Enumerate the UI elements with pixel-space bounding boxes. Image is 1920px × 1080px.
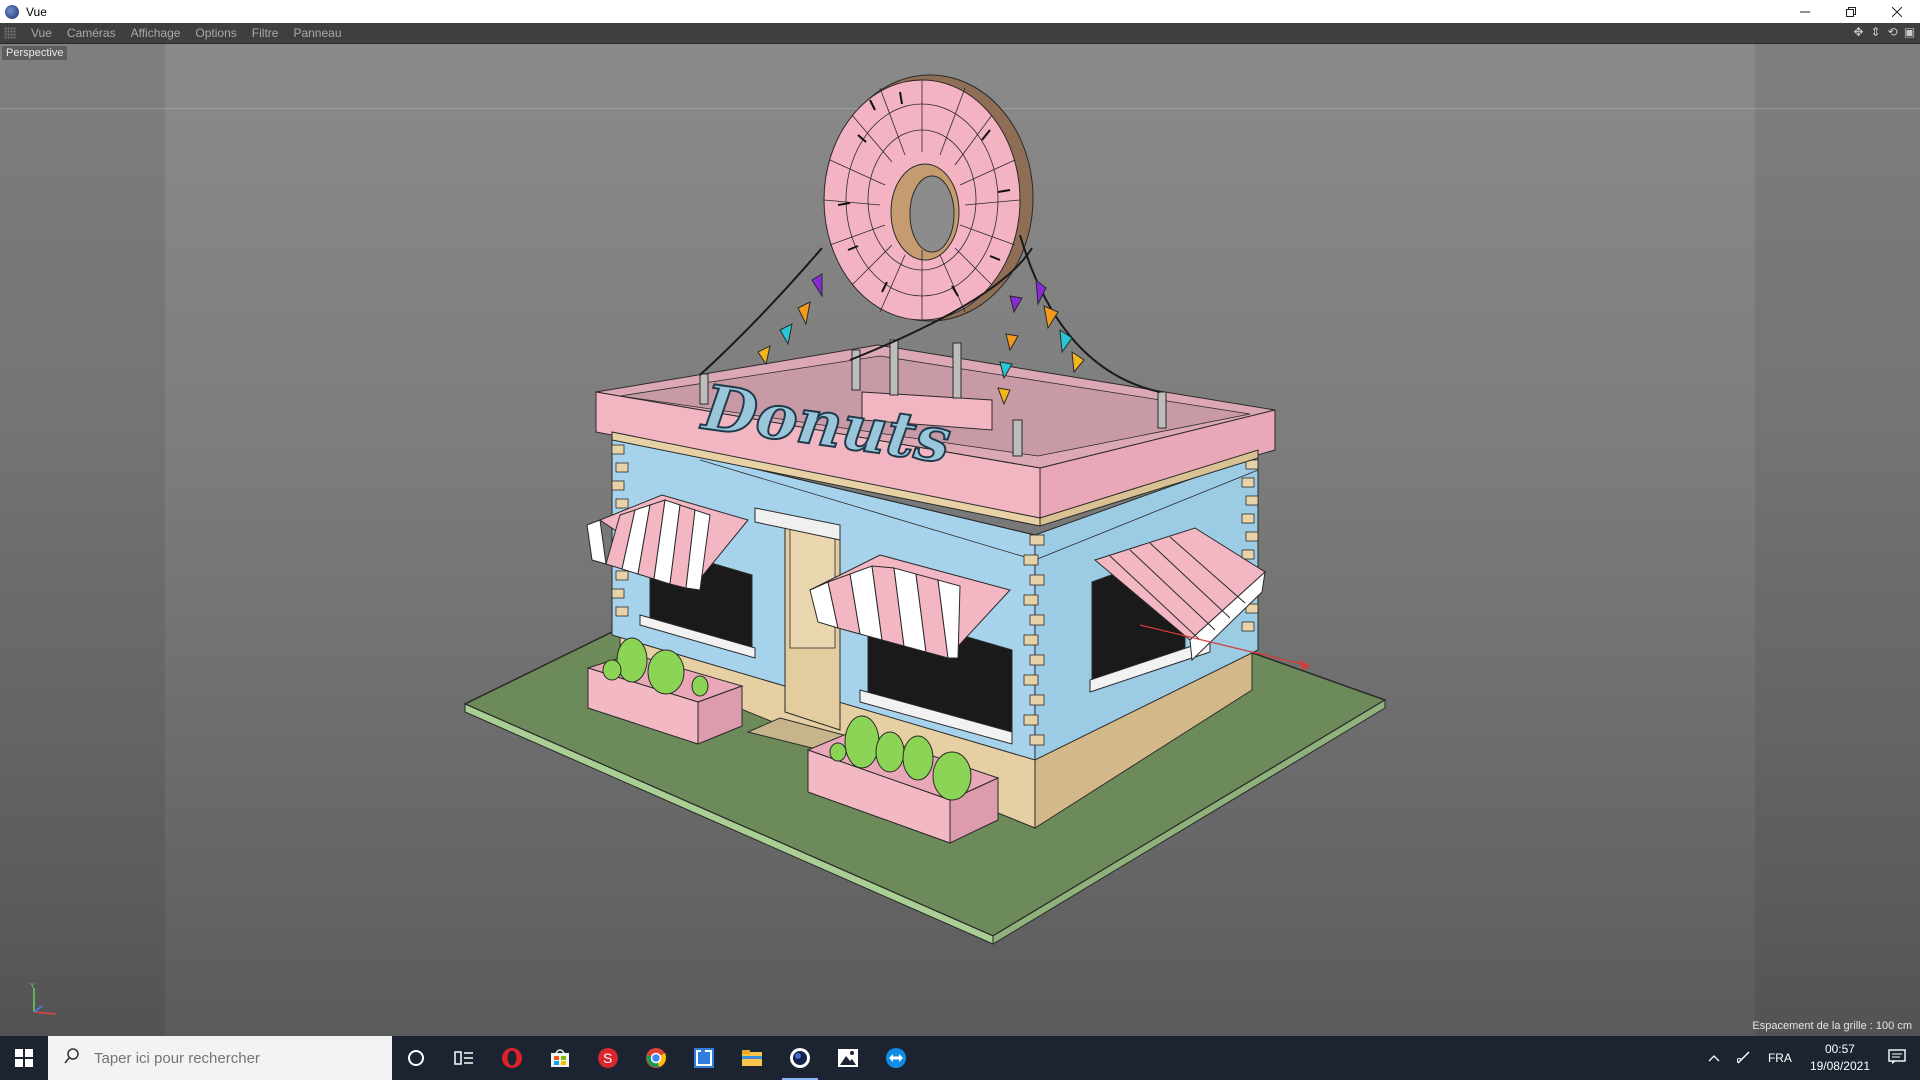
system-tray: FRA 00:57 19/08/2021 bbox=[1700, 1036, 1920, 1080]
start-button[interactable] bbox=[0, 1036, 48, 1080]
donut-shop-model[interactable]: Donuts bbox=[0, 44, 1920, 1036]
viewport-menu-bar: Vue Caméras Affichage Options Filtre Pan… bbox=[0, 23, 1920, 44]
language-indicator[interactable]: FRA bbox=[1768, 1051, 1792, 1065]
photos-icon[interactable] bbox=[824, 1036, 872, 1080]
menu-vue[interactable]: Vue bbox=[31, 26, 52, 40]
minimize-icon bbox=[1800, 11, 1810, 12]
close-icon bbox=[1892, 6, 1902, 17]
search-input[interactable] bbox=[94, 1049, 374, 1067]
store-icon[interactable] bbox=[536, 1036, 584, 1080]
menu-options[interactable]: Options bbox=[195, 26, 236, 40]
menu-cameras[interactable]: Caméras bbox=[67, 26, 116, 40]
opera-icon[interactable] bbox=[488, 1036, 536, 1080]
sketchup-icon[interactable]: S bbox=[584, 1036, 632, 1080]
grid-spacing-label: Espacement de la grille : 100 cm bbox=[1752, 1020, 1912, 1032]
title-bar: Vue bbox=[0, 0, 1920, 23]
menu-filtre[interactable]: Filtre bbox=[252, 26, 279, 40]
clock-time: 00:57 bbox=[1824, 1042, 1855, 1056]
view-navigation: ✥ ⇕ ⟲ ▣ bbox=[1852, 25, 1916, 40]
clock[interactable]: 00:57 19/08/2021 bbox=[1810, 1041, 1870, 1075]
close-button[interactable] bbox=[1874, 0, 1920, 23]
minimize-button[interactable] bbox=[1782, 0, 1828, 23]
window-controls bbox=[1782, 0, 1920, 23]
chevron-up-icon[interactable] bbox=[1708, 1051, 1720, 1065]
menu-affichage[interactable]: Affichage bbox=[131, 26, 181, 40]
task-view-icon[interactable] bbox=[440, 1036, 488, 1080]
restore-icon bbox=[1846, 6, 1856, 17]
donut-sign bbox=[823, 74, 1034, 322]
taskbar-search[interactable] bbox=[48, 1036, 392, 1080]
windows-logo-icon bbox=[15, 1049, 33, 1067]
cortana-icon[interactable] bbox=[392, 1036, 440, 1080]
zoom-view-icon[interactable]: ⇕ bbox=[1869, 25, 1882, 40]
lightshot-icon[interactable] bbox=[680, 1036, 728, 1080]
windows-taskbar: S FRA 00:57 19/08/2021 bbox=[0, 1036, 1920, 1080]
panel-grip-icon[interactable] bbox=[4, 27, 16, 39]
3d-viewport[interactable]: Donuts Perspective Y Espacement de la gr… bbox=[0, 44, 1920, 1036]
world-axis-icon: Y bbox=[30, 983, 57, 1015]
clock-date: 19/08/2021 bbox=[1809, 1059, 1870, 1073]
svg-text:Y: Y bbox=[30, 983, 35, 990]
menu-panneau[interactable]: Panneau bbox=[293, 26, 341, 40]
search-icon bbox=[64, 1047, 94, 1069]
svg-text:S: S bbox=[603, 1050, 612, 1066]
window-title: Vue bbox=[26, 4, 47, 19]
rotate-view-icon[interactable]: ⟲ bbox=[1886, 25, 1899, 40]
toggle-panel-icon[interactable]: ▣ bbox=[1903, 25, 1916, 40]
camera-label[interactable]: Perspective bbox=[2, 46, 68, 60]
pen-icon[interactable] bbox=[1736, 1049, 1752, 1068]
chrome-icon[interactable] bbox=[632, 1036, 680, 1080]
app-icon bbox=[5, 4, 19, 19]
cinema4d-icon[interactable] bbox=[776, 1036, 824, 1080]
notifications-icon[interactable] bbox=[1888, 1048, 1906, 1068]
teamviewer-icon[interactable] bbox=[872, 1036, 920, 1080]
restore-button[interactable] bbox=[1828, 0, 1874, 23]
file-explorer-icon[interactable] bbox=[728, 1036, 776, 1080]
move-view-icon[interactable]: ✥ bbox=[1852, 25, 1865, 40]
